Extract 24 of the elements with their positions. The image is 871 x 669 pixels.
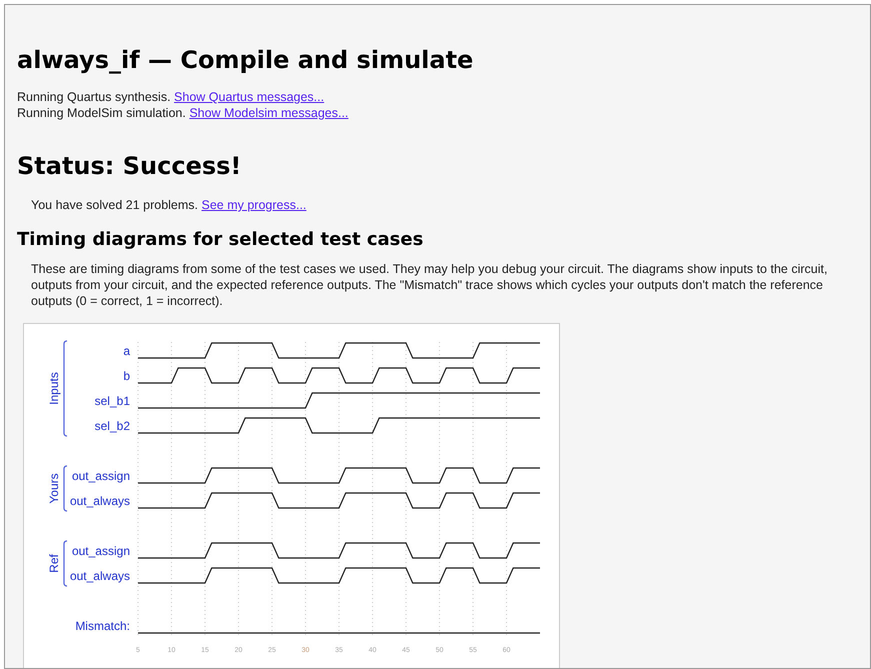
messages-link[interactable]: Show Modelsim messages... (189, 106, 348, 120)
progress-link[interactable]: See my progress... (201, 198, 306, 212)
message-text: Running ModelSim simulation. (17, 106, 187, 120)
description-text: These are timing diagrams from some of the test cases we used. They may help you debug your circuit. The diagrams show inputs to the circuit, outputs from your circuit, and the expected reference outputs. The "Mismatch" trace shows which cycles your outputs don't match the reference outputs (0 = correct, 1 = incorrect). (30, 261, 828, 309)
signal-label: sel_b2 (94, 419, 130, 433)
signal-label: out_always (70, 569, 130, 583)
group-bracket (63, 540, 68, 587)
group-label: Ref (47, 554, 61, 573)
signal-label: b (123, 369, 130, 383)
section-heading: Timing diagrams for selected test cases (17, 228, 424, 252)
messages-link[interactable]: Show Quartus messages... (174, 90, 324, 104)
status-heading: Status: Success! (17, 151, 242, 182)
group-label: Yours (47, 473, 61, 504)
signal-label: Mismatch: (75, 619, 130, 633)
signal-label: out_always (70, 494, 130, 508)
signal-label: sel_b1 (94, 394, 130, 408)
message-text: You have solved 21 problems. (31, 198, 200, 212)
message-text: Running Quartus synthesis. (17, 90, 172, 104)
group-label: Inputs (47, 372, 61, 405)
group-bracket (63, 465, 68, 512)
signal-label: out_assign (72, 469, 130, 483)
signal-label: out_assign (72, 544, 130, 558)
page-title: always_if — Compile and simulate (17, 45, 474, 76)
signal-label: a (123, 344, 130, 358)
